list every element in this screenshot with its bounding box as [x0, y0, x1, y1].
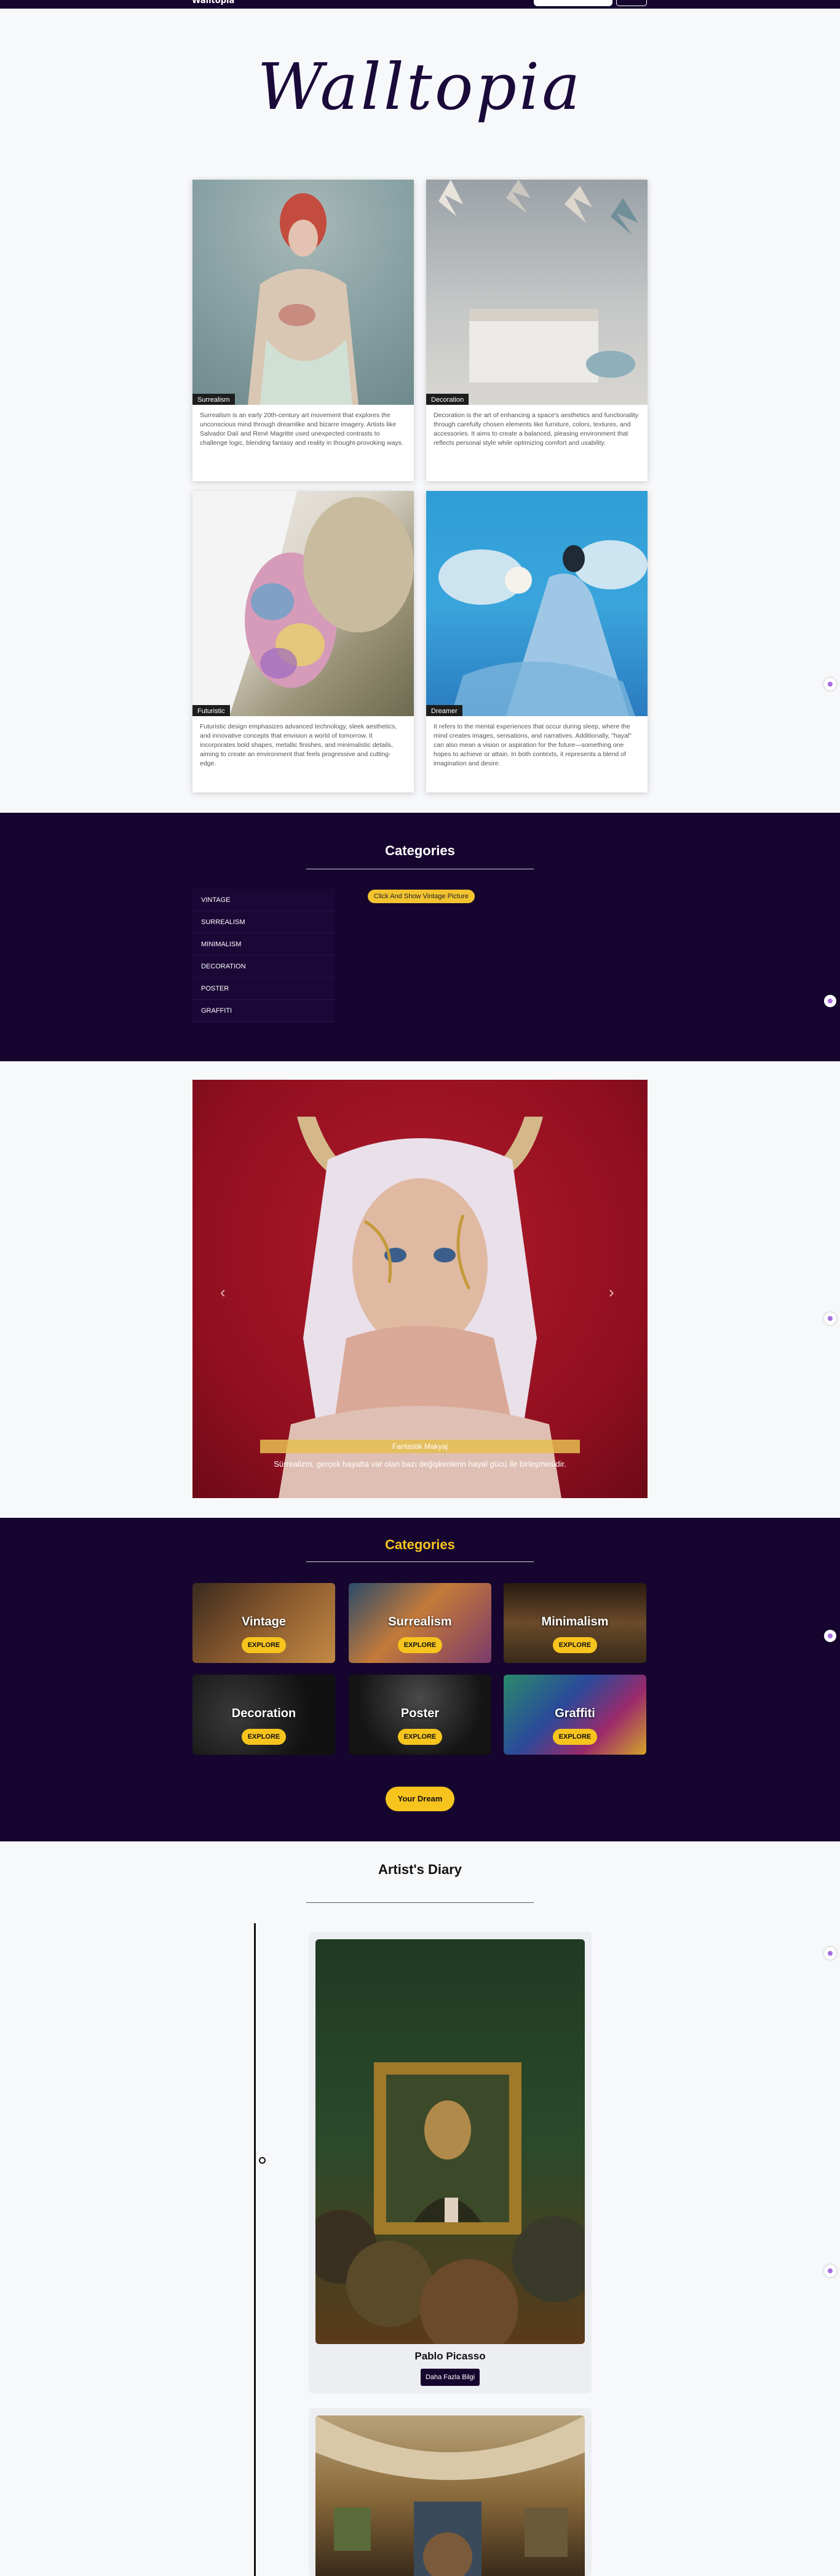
- carousel-caption: Sürrealizm, gerçek hayatta var olan bazı…: [274, 1459, 566, 1469]
- card-image: Futuristic: [192, 491, 414, 716]
- carousel-next-button[interactable]: ›: [609, 1283, 614, 1302]
- more-info-button[interactable]: Daha Fazla Bilgi: [421, 2369, 480, 2386]
- card-tag: Futuristic: [192, 705, 230, 716]
- tile-name: Decoration: [231, 1707, 296, 1720]
- category-item-poster[interactable]: POSTER: [192, 978, 335, 1000]
- tile-graffiti[interactable]: Graffiti EXPLORE: [504, 1675, 646, 1755]
- card-description: Decoration is the art of enhancing a spa…: [434, 412, 638, 447]
- tile-name: Minimalism: [541, 1615, 609, 1629]
- tile-name: Vintage: [242, 1615, 286, 1629]
- card-surrealism[interactable]: Surrealism Surrealism is an early 20th-c…: [192, 180, 414, 481]
- tile-decoration[interactable]: Decoration EXPLORE: [192, 1675, 335, 1755]
- your-dream-button[interactable]: Your Dream: [386, 1787, 454, 1811]
- tile-surrealism[interactable]: Surrealism EXPLORE: [349, 1583, 491, 1663]
- brand-logo[interactable]: Walltopia: [192, 0, 234, 6]
- category-item-surrealism[interactable]: SURREALISM: [192, 911, 335, 933]
- card-description: Futuristic design emphasizes advanced te…: [200, 723, 397, 767]
- explore-button[interactable]: EXPLORE: [553, 1637, 597, 1653]
- tile-vintage[interactable]: Vintage EXPLORE: [192, 1583, 335, 1663]
- floating-chat-button[interactable]: [824, 678, 836, 690]
- category-item-graffiti[interactable]: GRAFFITI: [192, 1000, 335, 1022]
- explore-button[interactable]: EXPLORE: [398, 1729, 442, 1745]
- card-decoration[interactable]: Decoration Decoration is the art of enha…: [426, 180, 648, 481]
- category-item-vintage[interactable]: VINTAGE: [192, 889, 335, 911]
- category-item-decoration[interactable]: DECORATION: [192, 955, 335, 978]
- card-tag: Decoration: [426, 394, 469, 405]
- title-divider: [306, 1561, 534, 1562]
- floating-chat-button[interactable]: [824, 2265, 836, 2277]
- tile-name: Graffiti: [555, 1707, 595, 1720]
- timeline-dot: [259, 2157, 266, 2164]
- card-image: Dreamer: [426, 491, 648, 716]
- image-carousel[interactable]: [192, 1080, 648, 1498]
- card-tag: Dreamer: [426, 705, 462, 716]
- carousel-slide-label: Fantastik Makyaj: [260, 1440, 580, 1453]
- tile-poster[interactable]: Poster EXPLORE: [349, 1675, 491, 1755]
- top-navbar: [0, 0, 840, 9]
- artist-name: Pablo Picasso: [414, 2350, 486, 2362]
- diary-image: [315, 1939, 585, 2344]
- tiles-title: Categories: [385, 1537, 455, 1552]
- search-button[interactable]: [616, 0, 647, 6]
- floating-chat-button[interactable]: [824, 1947, 836, 1960]
- card-image: Surrealism: [192, 180, 414, 405]
- title-divider: [306, 1902, 534, 1903]
- show-vintage-button[interactable]: Click And Show Vintage Picture: [368, 890, 475, 903]
- explore-button[interactable]: EXPLORE: [242, 1637, 286, 1653]
- carousel-prev-button[interactable]: ‹: [220, 1283, 226, 1302]
- diary-title: Artist's Diary: [378, 1862, 462, 1877]
- card-image: Decoration: [426, 180, 648, 405]
- tile-minimalism[interactable]: Minimalism EXPLORE: [504, 1583, 646, 1663]
- floating-chat-button[interactable]: [824, 1312, 836, 1325]
- explore-button[interactable]: EXPLORE: [398, 1637, 442, 1653]
- category-item-minimalism[interactable]: MINIMALISM: [192, 933, 335, 955]
- page-title: Walltopia: [257, 49, 583, 124]
- card-description: Surrealism is an early 20th-century art …: [200, 412, 403, 447]
- floating-chat-button[interactable]: [824, 1630, 836, 1642]
- diary-image: [315, 2415, 585, 2576]
- timeline-line: [254, 1923, 256, 2576]
- card-tag: Surrealism: [192, 394, 235, 405]
- tile-name: Surrealism: [388, 1615, 452, 1629]
- search-input[interactable]: [534, 0, 612, 6]
- tile-name: Poster: [400, 1707, 440, 1720]
- card-description: It refers to the mental experiences that…: [434, 723, 632, 767]
- explore-button[interactable]: EXPLORE: [553, 1729, 597, 1745]
- card-dreamer[interactable]: Dreamer It refers to the mental experien…: [426, 491, 648, 792]
- floating-chat-button[interactable]: [824, 995, 836, 1007]
- explore-button[interactable]: EXPLORE: [242, 1729, 286, 1745]
- card-futuristic[interactable]: Futuristic Futuristic design emphasizes …: [192, 491, 414, 792]
- categories-title: Categories: [385, 843, 455, 858]
- category-list: VINTAGE SURREALISM MINIMALISM DECORATION…: [192, 889, 335, 1022]
